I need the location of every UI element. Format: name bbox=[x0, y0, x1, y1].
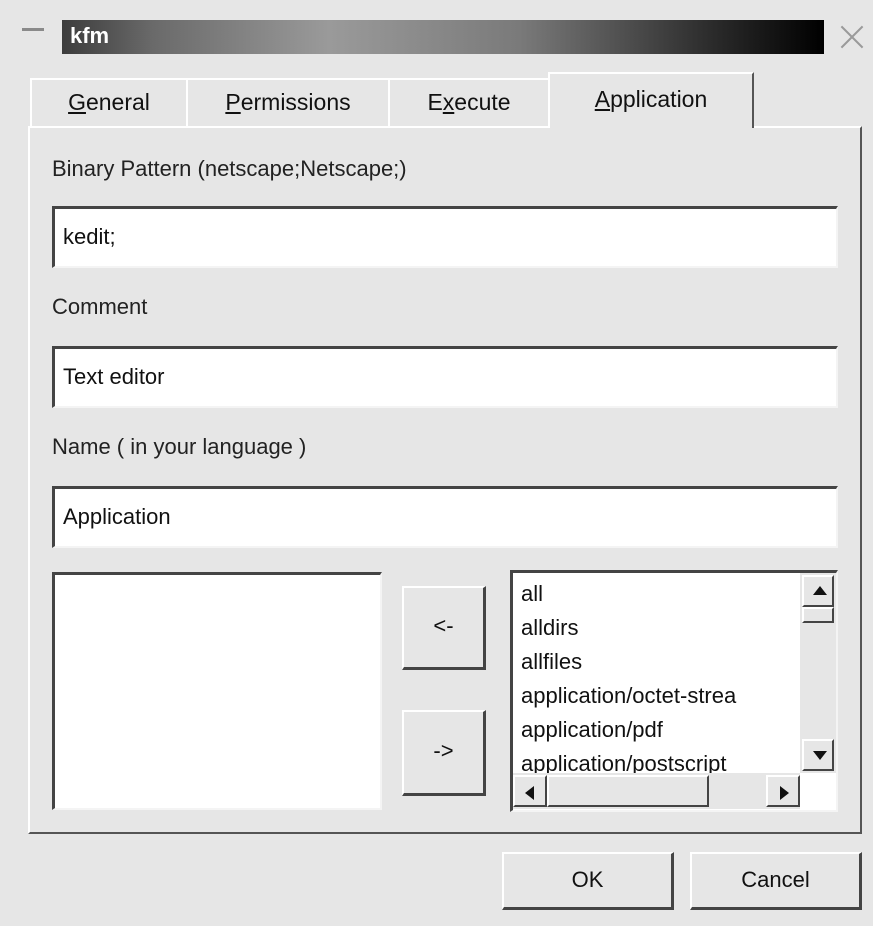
list-item[interactable]: alldirs bbox=[513, 611, 800, 645]
vertical-scrollbar[interactable] bbox=[800, 573, 836, 773]
tab-execute-mnemonic: x bbox=[442, 89, 455, 115]
scroll-down-button[interactable] bbox=[802, 739, 834, 771]
binary-pattern-field[interactable]: kedit; bbox=[52, 206, 838, 268]
vertical-scroll-thumb[interactable] bbox=[802, 607, 834, 623]
arrow-down-icon bbox=[813, 751, 827, 760]
tab-general-mnemonic: G bbox=[68, 89, 86, 115]
name-label: Name ( in your language ) bbox=[52, 434, 307, 459]
list-item[interactable]: all bbox=[513, 577, 800, 611]
tab-execute[interactable]: Execute bbox=[388, 78, 550, 126]
window-title: kfm bbox=[70, 23, 110, 48]
list-item[interactable]: application/postscript bbox=[513, 747, 800, 773]
window-menu-icon[interactable] bbox=[22, 28, 44, 31]
tab-general-label: eneral bbox=[85, 89, 150, 115]
list-item[interactable]: allfiles bbox=[513, 645, 800, 679]
tab-permissions[interactable]: Permissions bbox=[186, 78, 390, 126]
horizontal-scroll-thumb[interactable] bbox=[547, 775, 709, 807]
ok-button[interactable]: OK bbox=[502, 852, 674, 910]
tab-general[interactable]: General bbox=[30, 78, 188, 126]
title-bar: kfm bbox=[0, 0, 873, 70]
close-icon[interactable] bbox=[838, 22, 866, 50]
name-field[interactable]: Application bbox=[52, 486, 838, 548]
selected-types-list[interactable] bbox=[52, 572, 382, 810]
move-right-button[interactable]: -> bbox=[402, 710, 486, 796]
arrow-up-icon bbox=[813, 586, 827, 595]
tab-application-mnemonic: A bbox=[594, 86, 611, 112]
cancel-button[interactable]: Cancel bbox=[690, 852, 862, 910]
tab-application-label: pplication bbox=[610, 86, 708, 112]
tab-permissions-label: ermissions bbox=[240, 89, 351, 115]
available-types-items: all alldirs allfiles application/octet-s… bbox=[513, 577, 800, 773]
tab-execute-label: ecute bbox=[454, 89, 511, 115]
available-types-list[interactable]: all alldirs allfiles application/octet-s… bbox=[510, 570, 838, 812]
move-left-button[interactable]: <- bbox=[402, 586, 486, 670]
arrow-right-icon bbox=[780, 786, 789, 800]
scroll-up-button[interactable] bbox=[802, 575, 834, 607]
tab-permissions-mnemonic: P bbox=[225, 89, 241, 115]
horizontal-scrollbar[interactable] bbox=[513, 773, 800, 809]
tab-execute-prefix: E bbox=[427, 89, 443, 115]
arrow-left-icon bbox=[525, 786, 534, 800]
scroll-left-button[interactable] bbox=[513, 775, 547, 807]
scroll-right-button[interactable] bbox=[766, 775, 800, 807]
tab-application[interactable]: Application bbox=[548, 72, 754, 128]
binary-pattern-label: Binary Pattern (netscape;Netscape;) bbox=[52, 156, 407, 181]
list-item[interactable]: application/octet-strea bbox=[513, 679, 800, 713]
comment-field[interactable]: Text editor bbox=[52, 346, 838, 408]
comment-label: Comment bbox=[52, 294, 148, 319]
title-strip[interactable]: kfm bbox=[62, 20, 824, 54]
list-item[interactable]: application/pdf bbox=[513, 713, 800, 747]
application-panel: Binary Pattern (netscape;Netscape;) kedi… bbox=[28, 126, 862, 834]
